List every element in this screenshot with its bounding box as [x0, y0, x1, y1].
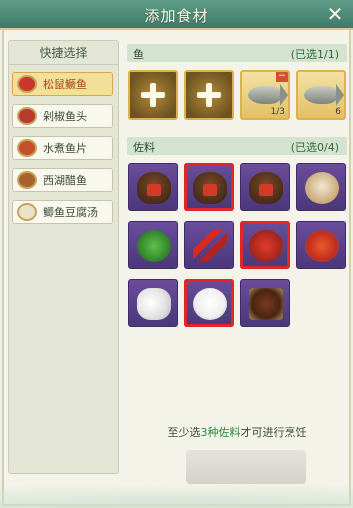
plus-icon [141, 83, 165, 107]
chili-pepper-icon [193, 230, 227, 262]
fish-tail [280, 84, 288, 106]
dish-label: 松鼠鳜鱼 [43, 78, 87, 91]
hint-suffix: 才可进行烹饪 [240, 426, 307, 439]
dish-bowl-icon [17, 171, 37, 189]
sichuan-pepper-icon [249, 288, 283, 320]
hint-emphasis: 3种佐料 [200, 426, 241, 439]
plus-icon [197, 83, 221, 107]
flour-icon [305, 172, 339, 204]
seasoning-item-jar[interactable] [184, 163, 234, 211]
fish-tail [336, 84, 344, 106]
dish-label: 西湖醋鱼 [43, 174, 87, 187]
remove-icon[interactable]: − [276, 72, 288, 82]
red-sauce-icon [249, 230, 283, 262]
dish-item-xihu-cuyu[interactable]: 西湖醋鱼 [12, 168, 113, 192]
seasoning-item-peppers[interactable] [184, 221, 234, 269]
seasoning-item-jar[interactable] [128, 163, 178, 211]
dish-label: 剁椒鱼头 [43, 110, 87, 123]
dish-bowl-icon [17, 75, 37, 93]
cloud-decoration [0, 478, 353, 508]
chopped-chili-icon [305, 230, 339, 262]
fish-section-title: 鱼 [133, 48, 144, 61]
seasoning-item-greens[interactable] [128, 221, 178, 269]
scallion-icon [137, 230, 171, 262]
title-bar: 添加食材 ✕ [0, 0, 353, 30]
seasoning-section-header: 佐料 (已选0/4) [127, 137, 347, 155]
seasoning-item-jar[interactable] [240, 163, 290, 211]
hint-prefix: 至少选 [167, 426, 201, 439]
dish-item-shuizhu-yupian[interactable]: 水煮鱼片 [12, 136, 113, 160]
jar-label [203, 184, 217, 196]
seasoning-item-beans[interactable] [240, 279, 290, 327]
jar-label [259, 184, 273, 196]
cooking-hint: 至少选3种佐料才可进行烹饪 [127, 424, 347, 440]
fish-slot-item[interactable]: 6 [296, 70, 346, 120]
dish-item-jiyu-doufu-tang[interactable]: 鲫鱼豆腐汤 [12, 200, 113, 224]
dish-bowl-icon [17, 107, 37, 125]
quick-select-title: 快捷选择 [9, 41, 118, 65]
jar-label [147, 184, 161, 196]
seasoning-item-sugar[interactable] [184, 279, 234, 327]
fish-slot-empty[interactable] [184, 70, 234, 120]
egg-icon [137, 288, 171, 320]
seasoning-item-sauce[interactable] [240, 221, 290, 269]
seasoning-item-eggs[interactable] [128, 279, 178, 327]
fish-count: 1/3 [270, 107, 285, 117]
fish-slot-empty[interactable] [128, 70, 178, 120]
close-icon[interactable]: ✕ [323, 2, 347, 26]
seasoning-selected-count: (已选0/4) [290, 141, 339, 154]
fish-slot-item[interactable]: − 1/3 [240, 70, 290, 120]
window-title: 添加食材 [144, 7, 209, 25]
dish-item-duojiao-yutou[interactable]: 剁椒鱼头 [12, 104, 113, 128]
fish-icon [248, 86, 282, 104]
fish-count: 6 [335, 107, 341, 117]
dish-label: 鲫鱼豆腐汤 [43, 206, 98, 219]
seasoning-section-title: 佐料 [133, 141, 155, 154]
fish-icon [304, 86, 338, 104]
fish-section-header: 鱼 (已选1/1) [127, 44, 347, 62]
seasoning-item-flour[interactable] [296, 163, 346, 211]
sugar-icon [193, 288, 227, 320]
dish-label: 水煮鱼片 [43, 142, 87, 155]
dish-item-songshu-guiyu[interactable]: 松鼠鳜鱼 [12, 72, 113, 96]
seasoning-item-chili-bowl[interactable] [296, 221, 346, 269]
dish-bowl-icon [17, 139, 37, 157]
dish-bowl-icon [17, 203, 37, 221]
fish-selected-count: (已选1/1) [290, 48, 339, 61]
